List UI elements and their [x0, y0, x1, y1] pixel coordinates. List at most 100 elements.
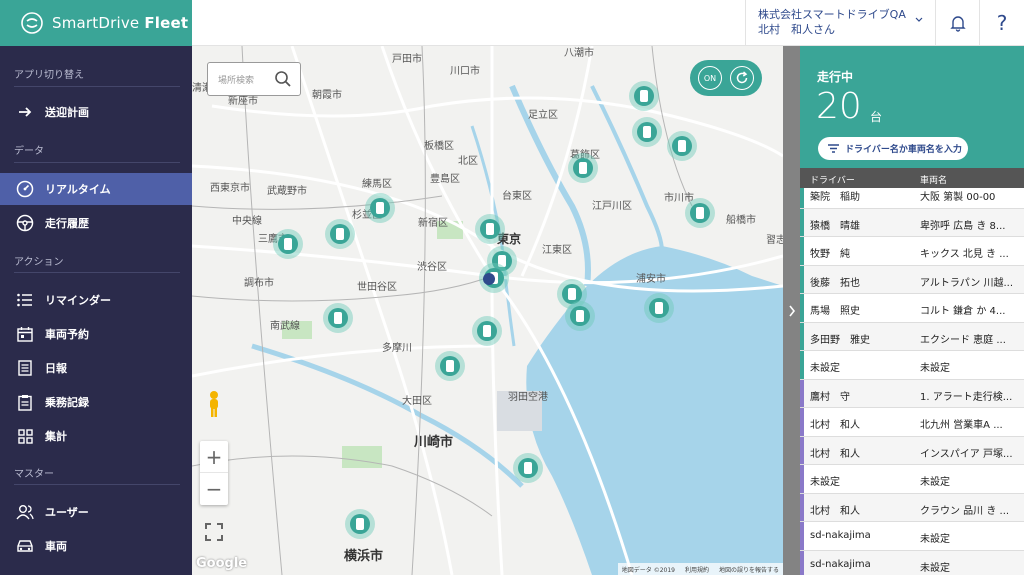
auto-follow-toggle[interactable]: ON	[698, 66, 722, 90]
place-label: 北区	[458, 155, 478, 167]
vehicle-marker	[629, 81, 659, 111]
driver-name: 築院 稲助	[810, 192, 860, 203]
sidebar-item-history[interactable]: 走行履歴	[0, 207, 192, 239]
status-indicator	[800, 522, 804, 550]
table-row[interactable]: sd-nakajima 未設定	[800, 550, 1024, 575]
vehicle-marker	[568, 153, 598, 183]
driver-name: sd-nakajima	[810, 530, 871, 541]
status-indicator	[800, 188, 804, 208]
column-header-driver[interactable]: ドライバー	[810, 173, 855, 186]
speedometer-icon	[16, 180, 34, 198]
place-label: 浦安市	[636, 272, 666, 285]
driver-name: sd-nakajima	[810, 558, 871, 570]
place-label: 豊島区	[430, 172, 460, 185]
driver-name: 牧野 純	[810, 249, 850, 260]
filter-icon	[828, 144, 839, 153]
vehicle-marker	[435, 351, 465, 381]
place-label: 武蔵野市	[267, 184, 307, 197]
driver-name: 未設定	[810, 477, 840, 488]
help-button[interactable]: ?	[979, 0, 1024, 46]
driver-name: 後藤 拓也	[810, 277, 860, 289]
chevron-down-icon	[915, 17, 923, 22]
sidebar-item-duty-record[interactable]: 乗務記録	[0, 386, 192, 418]
vehicle-marker	[345, 509, 375, 539]
table-row[interactable]: sd-nakajima 未設定	[800, 522, 1024, 551]
active-count: 20	[816, 86, 862, 127]
app-root: SmartDrive Fleet 株式会社スマートドライブQA 北村 和人さん …	[0, 0, 1024, 575]
place-label: 羽田空港	[508, 390, 548, 403]
status-indicator	[800, 322, 804, 350]
place-label: 市川市	[664, 191, 694, 204]
table-row[interactable]: 鷹村 守 1. アラート走行検...	[800, 379, 1024, 408]
table-row[interactable]: 後藤 拓也 アルトラパン 川越...	[800, 265, 1024, 294]
search-icon[interactable]	[274, 70, 292, 88]
notification-button[interactable]	[935, 0, 979, 46]
table-row[interactable]: 馬場 照史 コルト 鎌倉 か 4...	[800, 294, 1024, 323]
table-row[interactable]: 北村 和人 北九州 営業車A ...	[800, 408, 1024, 437]
sidebar-item-users[interactable]: ユーザー	[0, 496, 192, 528]
active-vehicles-summary: 走行中 20 台 ドライバー名か車両名を入力	[800, 46, 1024, 168]
sidebar-item-realtime[interactable]: リアルタイム	[0, 173, 192, 205]
map[interactable]: 戸田市 川口市 八潮市 朝霞市 新座市 清瀬市 足立区 板橋区 北区 練馬区 豊…	[192, 46, 783, 575]
zoom-out-button[interactable]: −	[200, 473, 228, 505]
place-label: 板橋区	[424, 139, 454, 152]
table-row[interactable]: 北村 和人 クラウン 品川 き ...	[800, 493, 1024, 522]
panel-collapse-handle[interactable]	[783, 46, 800, 575]
place-label: 台東区	[502, 189, 532, 202]
place-label: 新宿区	[418, 216, 448, 229]
column-header-vehicle[interactable]: 車両名	[920, 173, 947, 186]
sidebar-item-summary[interactable]: 集計	[0, 420, 192, 452]
vehicle-name: 1. アラート走行検...	[920, 391, 1013, 403]
status-indicator	[800, 493, 804, 521]
table-row[interactable]: 多田野 雅史 エクシード 恵庭 ...	[800, 322, 1024, 351]
vehicle-marker	[475, 214, 505, 244]
vehicle-name: コルト 鎌倉 か 4...	[920, 306, 1006, 317]
status-indicator	[800, 550, 804, 575]
zoom-in-button[interactable]: +	[200, 441, 228, 473]
place-label: 西東京市	[210, 181, 250, 194]
table-row[interactable]: 未設定 未設定	[800, 465, 1024, 494]
user-name: 北村 和人さん	[758, 23, 835, 36]
driver-name: 馬場 照史	[810, 306, 860, 317]
vehicle-marker	[513, 453, 543, 483]
fullscreen-icon[interactable]	[204, 522, 224, 542]
place-search-input[interactable]: 場所検索	[207, 62, 301, 96]
table-row[interactable]: 未設定 未設定	[800, 351, 1024, 380]
vehicle-name: 未設定	[920, 534, 950, 545]
grid-icon	[16, 427, 34, 445]
company-name: 株式会社スマートドライブQA	[758, 8, 906, 21]
map-canvas[interactable]: 戸田市 川口市 八潮市 朝霞市 新座市 清瀬市 足立区 板橋区 北区 練馬区 豊…	[192, 46, 783, 575]
table-row[interactable]: 牧野 純 キックス 北見 き ...	[800, 237, 1024, 266]
sidebar-item-reservation[interactable]: 車両予約	[0, 318, 192, 350]
vehicle-list-header: ドライバー 車両名	[800, 168, 1024, 188]
logo[interactable]: SmartDrive Fleet	[0, 0, 192, 46]
sidebar-item-daily-report[interactable]: 日報	[0, 352, 192, 384]
logo-mark-icon	[21, 12, 43, 34]
refresh-button[interactable]	[730, 66, 754, 90]
place-label: 江東区	[542, 243, 572, 256]
table-row[interactable]: 猿橋 晴雄 卑弥呼 広島 き 8...	[800, 208, 1024, 237]
place-label: 八潮市	[564, 46, 594, 59]
table-row[interactable]: 築院 稲助 大阪 第製 00-00	[800, 188, 1024, 209]
account-menu[interactable]: 株式会社スマートドライブQA 北村 和人さん	[745, 0, 935, 46]
status-indicator	[800, 351, 804, 379]
place-label: 川崎市	[413, 434, 453, 450]
section-label-master: マスター	[14, 469, 54, 480]
vehicle-list[interactable]: 築院 稲助 大阪 第製 00-00 猿橋 晴雄 卑弥呼 広島 き 8... 牧野 純 キッ…	[800, 188, 1024, 575]
vehicle-marker	[632, 117, 662, 147]
driver-name: 多田野 雅史	[810, 334, 870, 346]
table-row[interactable]: 北村 和人 インスパイア 戸塚...	[800, 436, 1024, 465]
driver-name: 北村 和人	[810, 448, 860, 460]
driver-vehicle-filter-input[interactable]: ドライバー名か車両名を入力	[818, 137, 968, 160]
status-indicator	[800, 436, 804, 464]
place-label: 大田区	[402, 394, 432, 407]
sidebar-item-pickup-plan[interactable]: 送迎計画	[0, 96, 192, 128]
driver-name: 北村 和人	[810, 420, 860, 431]
place-label: 朝霞市	[312, 88, 342, 101]
street-view-pegman-icon[interactable]	[204, 390, 224, 418]
sidebar-item-reminder[interactable]: リマインダー	[0, 284, 192, 316]
sidebar-item-vehicles[interactable]: 車両	[0, 530, 192, 562]
vehicle-name: 未設定	[920, 477, 950, 488]
vehicle-marker	[325, 219, 355, 249]
zoom-control: + −	[200, 441, 228, 505]
